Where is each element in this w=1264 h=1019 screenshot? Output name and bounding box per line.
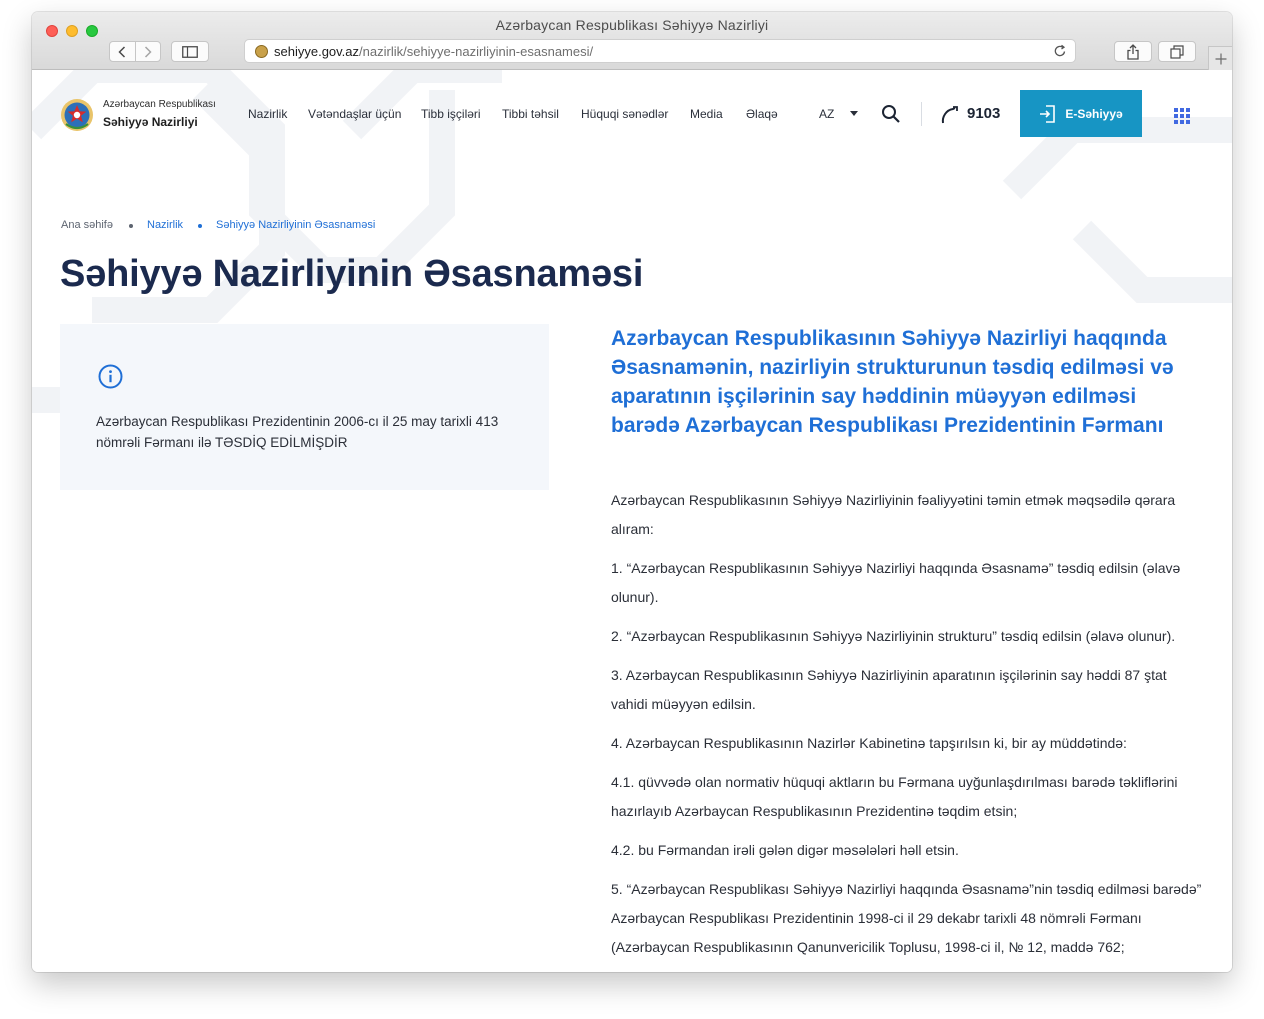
info-box: Azərbaycan Respublikası Prezidentinin 20… — [60, 324, 549, 490]
page-viewport: Azərbaycan Respublikası Səhiyyə Nazirliy… — [32, 70, 1232, 972]
nav-item-vetendaslar[interactable]: Vətəndaşlar üçün — [308, 107, 401, 121]
header-divider — [921, 102, 922, 126]
page-title: Səhiyyə Nazirliyinin Əsasnaməsi — [60, 253, 644, 295]
site-header: Azərbaycan Respublikası Səhiyyə Nazirliy… — [32, 70, 1232, 160]
share-button[interactable] — [1114, 41, 1152, 62]
decree-paragraph: 1. “Azərbaycan Respublikasının Səhiyyə N… — [611, 560, 1181, 605]
nav-item-tibbi-tehsil[interactable]: Tibbi təhsil — [502, 107, 559, 121]
url-path: /nazirlik/sehiyye-nazirliyinin-esasnames… — [359, 43, 594, 59]
tab-overview-button[interactable] — [1158, 41, 1196, 62]
address-bar[interactable]: sehiyye.gov.az/nazirlik/sehiyye-nazirliy… — [244, 39, 1076, 63]
decree-paragraph: 3. Azərbaycan Respublikasının Səhiyyə Na… — [611, 667, 1167, 712]
language-selector[interactable]: AZ — [819, 107, 834, 121]
forward-button[interactable] — [134, 42, 160, 61]
tabs-icon — [1170, 44, 1184, 59]
breadcrumb-separator — [198, 224, 202, 228]
decree-paragraph: 2. “Azərbaycan Respublikasının Səhiyyə N… — [611, 628, 1176, 644]
browser-titlebar: Azərbaycan Respublikası Səhiyyə Nazirliy… — [32, 12, 1232, 70]
search-icon[interactable] — [881, 104, 901, 124]
breadcrumb-separator — [129, 224, 133, 228]
chevron-left-icon — [118, 45, 126, 58]
reload-icon[interactable] — [1053, 43, 1067, 59]
url-domain: sehiyye.gov.az — [274, 43, 360, 59]
breadcrumb-current: Səhiyyə Nazirliyinin Əsasnaməsi — [216, 219, 376, 231]
nav-item-nazirlik[interactable]: Nazirlik — [248, 107, 287, 121]
decree-title: Azərbaycan Respublikasının Səhiyyə Nazir… — [611, 327, 1174, 437]
sidebar-icon — [182, 45, 198, 58]
decree-paragraph: 5. “Azərbaycan Respublikası Səhiyyə Nazi… — [611, 881, 1202, 955]
decree-body: Azərbaycan Respublikasının Səhiyyə Nazir… — [611, 486, 1206, 972]
breadcrumb-home[interactable]: Ana səhifə — [61, 219, 113, 231]
phone-icon — [941, 106, 958, 124]
back-button[interactable] — [110, 42, 135, 61]
nav-item-huquqi-senedler[interactable]: Hüquqi sənədlər — [581, 107, 668, 121]
plus-icon — [1215, 53, 1226, 64]
info-text: Azərbaycan Respublikası Prezidentinin 20… — [96, 414, 499, 450]
history-nav-group — [109, 41, 161, 62]
nav-item-media[interactable]: Media — [690, 107, 723, 121]
decree-paragraph: 4.1. qüvvədə olan normativ hüquqi aktlar… — [611, 774, 1178, 819]
breadcrumb-nazirlik[interactable]: Nazirlik — [147, 219, 183, 231]
e-sehiyye-button[interactable]: E-Səhiyyə — [1020, 90, 1142, 137]
info-icon — [98, 364, 123, 389]
e-sehiyye-label: E-Səhiyyə — [1065, 106, 1123, 121]
browser-window: Azərbaycan Respublikası Səhiyyə Nazirliy… — [32, 12, 1232, 972]
logo-text-ministry[interactable]: Səhiyyə Nazirliyi — [103, 115, 198, 129]
share-icon — [1127, 43, 1139, 60]
new-tab-button[interactable] — [1208, 46, 1232, 70]
chevron-right-icon — [144, 45, 152, 58]
nav-item-elaqe[interactable]: Əlaqə — [746, 107, 778, 121]
sidebar-toggle-button[interactable] — [171, 41, 209, 62]
window-title: Azərbaycan Respublikası Səhiyyə Nazirliy… — [495, 17, 769, 33]
logo-text-country[interactable]: Azərbaycan Respublikası — [103, 99, 216, 110]
site-favicon-icon — [255, 44, 268, 58]
hotline-number[interactable]: 9103 — [967, 105, 1000, 122]
apps-grid-icon[interactable] — [1174, 108, 1190, 124]
login-icon — [1040, 104, 1056, 123]
decree-paragraph: 4. Azərbaycan Respublikasının Nazirlər K… — [611, 735, 1127, 751]
state-emblem-icon[interactable] — [60, 98, 94, 132]
nav-item-tibb-iscileri[interactable]: Tibb işçiləri — [421, 107, 481, 121]
decree-paragraph: 4.2. bu Fərmandan irəli gələn digər məsə… — [611, 842, 959, 858]
caret-down-icon[interactable] — [850, 111, 858, 116]
decree-paragraph: Azərbaycan Respublikasının Səhiyyə Nazir… — [611, 492, 1176, 537]
